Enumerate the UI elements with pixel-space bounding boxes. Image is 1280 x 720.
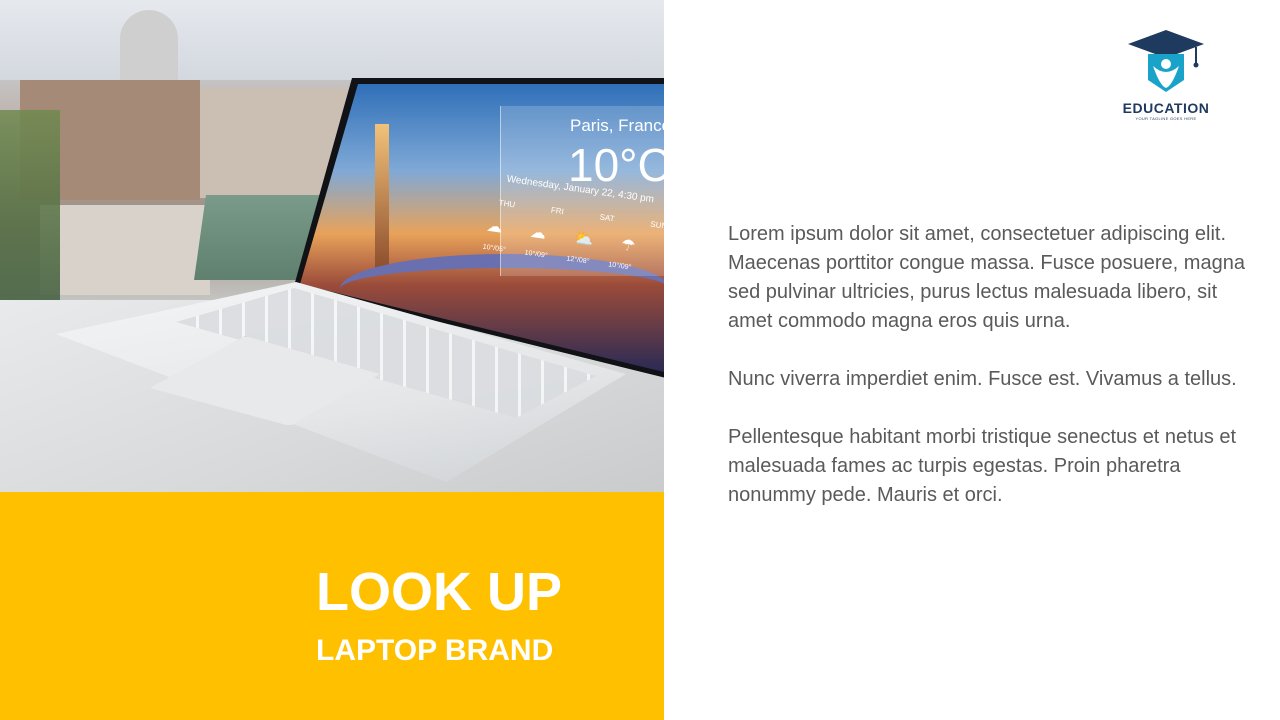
sun-cloud-icon: ⛅ (572, 229, 595, 250)
rain-cloud-icon: ☂ (619, 236, 637, 256)
body-text: Lorem ipsum dolor sit amet, consectetuer… (728, 220, 1248, 539)
slide-subtitle: LAPTOP BRAND (316, 634, 554, 667)
weather-city: Paris, France (570, 116, 672, 135)
logo-tagline: YOUR TAGLINE GOES HERE (1135, 116, 1197, 121)
weather-day: FRI (550, 205, 565, 217)
photo-tree (0, 110, 60, 310)
storm-cloud-icon: ☁ (485, 217, 504, 237)
photo-building-front (40, 205, 210, 295)
body-paragraph: Lorem ipsum dolor sit amet, consectetuer… (728, 223, 1245, 332)
logo-wordmark: EDUCATION (1122, 100, 1210, 116)
education-logo: EDUCATION YOUR TAGLINE GOES HERE (1116, 28, 1216, 124)
screen-tower (375, 124, 389, 274)
slide-title: LOOK UP (316, 562, 563, 622)
weather-day: SAT (599, 212, 616, 224)
body-paragraph: Pellentesque habitant morbi tristique se… (728, 426, 1237, 506)
photo-sky (0, 0, 664, 80)
graduation-cap-icon (1128, 30, 1204, 92)
body-paragraph: Nunc viverra imperdiet enim. Fusce est. … (728, 368, 1237, 390)
photo-dome (120, 10, 178, 80)
cloud-icon: ☁ (528, 223, 548, 243)
